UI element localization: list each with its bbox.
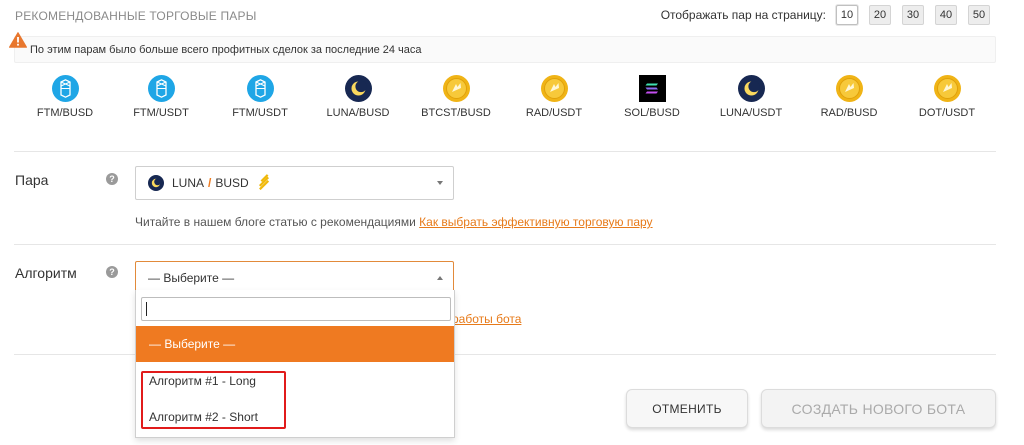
section-title: РЕКОМЕНДОВАННЫЕ ТОРГОВЫЕ ПАРЫ: [15, 9, 257, 23]
pair-hint-text: Читайте в нашем блоге статью с рекоменда…: [135, 215, 420, 229]
pair-card[interactable]: FTM/USDT: [215, 75, 305, 119]
binance-icon: [256, 173, 272, 193]
per-page-30-button[interactable]: 30: [902, 5, 924, 25]
chevron-up-icon: [437, 276, 443, 280]
pair-label: FTM/USDT: [232, 107, 288, 119]
per-page-10-button[interactable]: 10: [836, 5, 858, 25]
text-cursor: [146, 302, 147, 316]
terra-luna-icon: [344, 75, 372, 102]
pair-field-label: Пара: [15, 172, 49, 188]
algorithm-dropdown: — Выберите — Алгоритм #1 - Long Алгоритм…: [135, 290, 455, 438]
divider: [14, 151, 996, 152]
pair-card[interactable]: SOL/BUSD: [607, 75, 697, 119]
pair-label: LUNA/USDT: [719, 107, 783, 119]
pair-label: SOL/BUSD: [624, 107, 680, 119]
pair-quote: BUSD: [215, 176, 249, 190]
pair-label: DOT/USDT: [918, 107, 976, 119]
help-icon[interactable]: ?: [106, 173, 118, 185]
pair-card[interactable]: LUNA/BUSD: [313, 75, 403, 119]
pair-card[interactable]: FTM/USDT: [116, 75, 206, 119]
chevron-down-icon: [437, 181, 443, 185]
algorithm-selected-value: — Выберите —: [148, 271, 235, 285]
pair-card[interactable]: DOT/USDT: [902, 75, 992, 119]
pair-card[interactable]: LUNA/USDT: [706, 75, 796, 119]
pair-separator: /: [208, 176, 212, 190]
pair-label: FTM/BUSD: [36, 107, 94, 119]
dropdown-option-long[interactable]: Алгоритм #1 - Long: [136, 363, 454, 399]
pair-card[interactable]: BTCST/BUSD: [411, 75, 501, 119]
terra-luna-icon: [737, 75, 765, 102]
per-page-40-button[interactable]: 40: [935, 5, 957, 25]
fantom-icon: [246, 75, 274, 102]
pair-label: FTM/USDT: [133, 107, 189, 119]
gold-coin-icon: [933, 75, 961, 102]
per-page-selector: Отображать пар на страницу: 10 20 30 40 …: [661, 5, 990, 25]
pair-hint: Читайте в нашем блоге статью с рекоменда…: [135, 215, 653, 229]
gold-coin-icon: [442, 75, 470, 102]
solana-icon: [638, 75, 666, 102]
algorithm-hint: работы бота: [452, 312, 521, 326]
cancel-button[interactable]: ОТМЕНИТЬ: [626, 389, 748, 428]
warning-icon: [9, 32, 27, 48]
fantom-icon: [147, 75, 175, 102]
per-page-20-button[interactable]: 20: [869, 5, 891, 25]
algorithm-field-label: Алгоритм: [15, 265, 77, 281]
per-page-label: Отображать пар на страницу:: [660, 8, 826, 22]
gold-coin-icon: [540, 75, 568, 102]
recommended-pairs: FTM/BUSD FTM/USDT FTM/USDT LUNA/BUSD BTC…: [20, 75, 998, 125]
gold-coin-icon: [835, 75, 863, 102]
fantom-icon: [51, 75, 79, 102]
pair-select[interactable]: LUNA / BUSD: [135, 166, 454, 200]
dropdown-option-short[interactable]: Алгоритм #2 - Short: [136, 399, 454, 435]
notice-text: По этим парам было больше всего профитны…: [30, 44, 422, 56]
pair-hint-link[interactable]: Как выбрать эффективную торговую пару: [419, 215, 652, 229]
divider: [14, 244, 996, 245]
per-page-50-button[interactable]: 50: [968, 5, 990, 25]
pair-card[interactable]: RAD/USDT: [509, 75, 599, 119]
terra-luna-icon: [148, 175, 164, 191]
algorithm-hint-link[interactable]: работы бота: [452, 312, 521, 326]
dropdown-search-input[interactable]: [141, 297, 451, 321]
pair-base: LUNA: [172, 176, 205, 190]
pair-card[interactable]: FTM/BUSD: [20, 75, 110, 119]
pair-card[interactable]: RAD/BUSD: [804, 75, 894, 119]
help-icon[interactable]: ?: [106, 266, 118, 278]
dropdown-option-placeholder[interactable]: — Выберите —: [136, 326, 454, 362]
pair-label: LUNA/BUSD: [326, 107, 390, 119]
pair-label: RAD/BUSD: [820, 107, 878, 119]
pair-label: BTCST/BUSD: [421, 107, 491, 119]
notice-banner: По этим парам было больше всего профитны…: [14, 36, 996, 63]
create-bot-button[interactable]: СОЗДАТЬ НОВОГО БОТА: [761, 389, 996, 428]
pair-label: RAD/USDT: [525, 107, 583, 119]
